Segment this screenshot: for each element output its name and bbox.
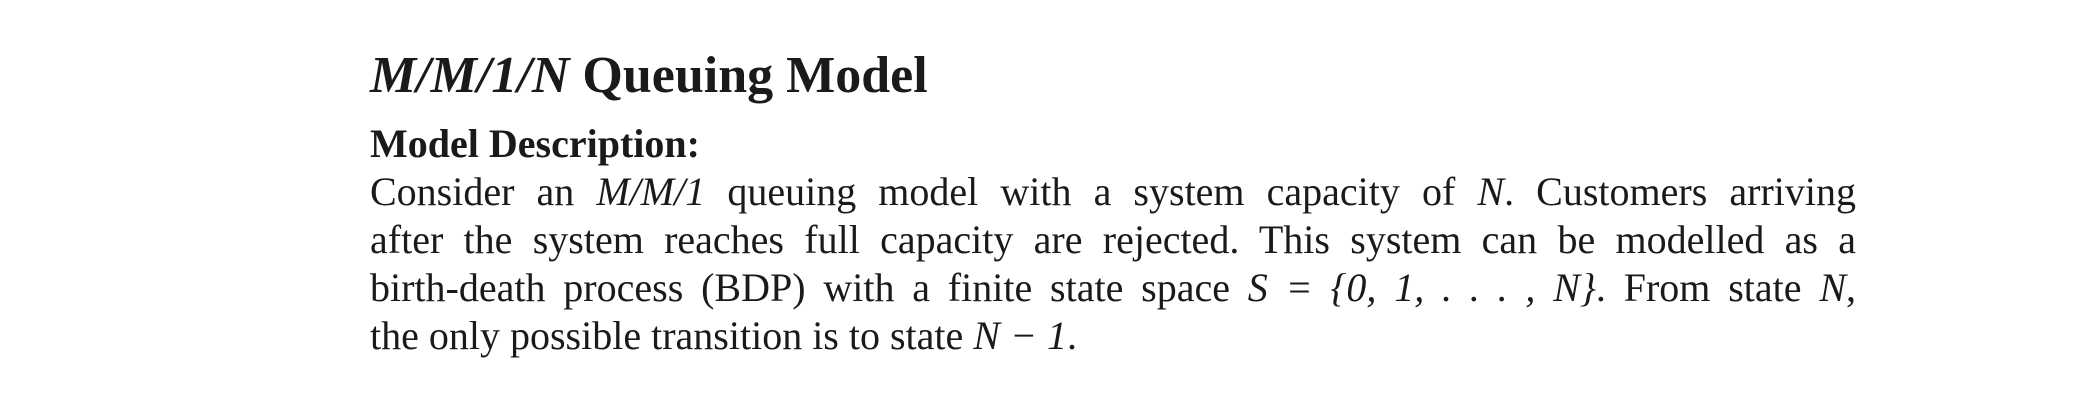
model-description-paragraph: Consider an M/M/1 queuing model with a s… <box>370 168 1856 360</box>
title-text: Queuing Model <box>582 47 928 104</box>
paragraph-line: the only possible transition is to state… <box>370 313 1077 358</box>
page-title: M/M/1/N Queuing Model <box>370 44 1856 108</box>
math-symbol: N <box>1477 169 1505 214</box>
paragraph-line: after the system reaches full capacity a… <box>370 217 1856 262</box>
math-symbol: N <box>1819 265 1846 310</box>
paragraph-line: birth-death process (BDP) with a finite … <box>370 265 1856 310</box>
math-symbol: N − 1 <box>973 313 1067 358</box>
paragraph-line: Consider an M/M/1 queuing model with a s… <box>370 169 1856 214</box>
title-math: M/M/1/N <box>370 47 570 104</box>
math-symbol: S = {0, 1, . . . , N} <box>1247 265 1596 310</box>
math-symbol: M/M/1 <box>596 169 706 214</box>
section-heading: Model Description: <box>370 121 700 166</box>
document-page: M/M/1/N Queuing Model Model Description:… <box>370 44 1856 360</box>
